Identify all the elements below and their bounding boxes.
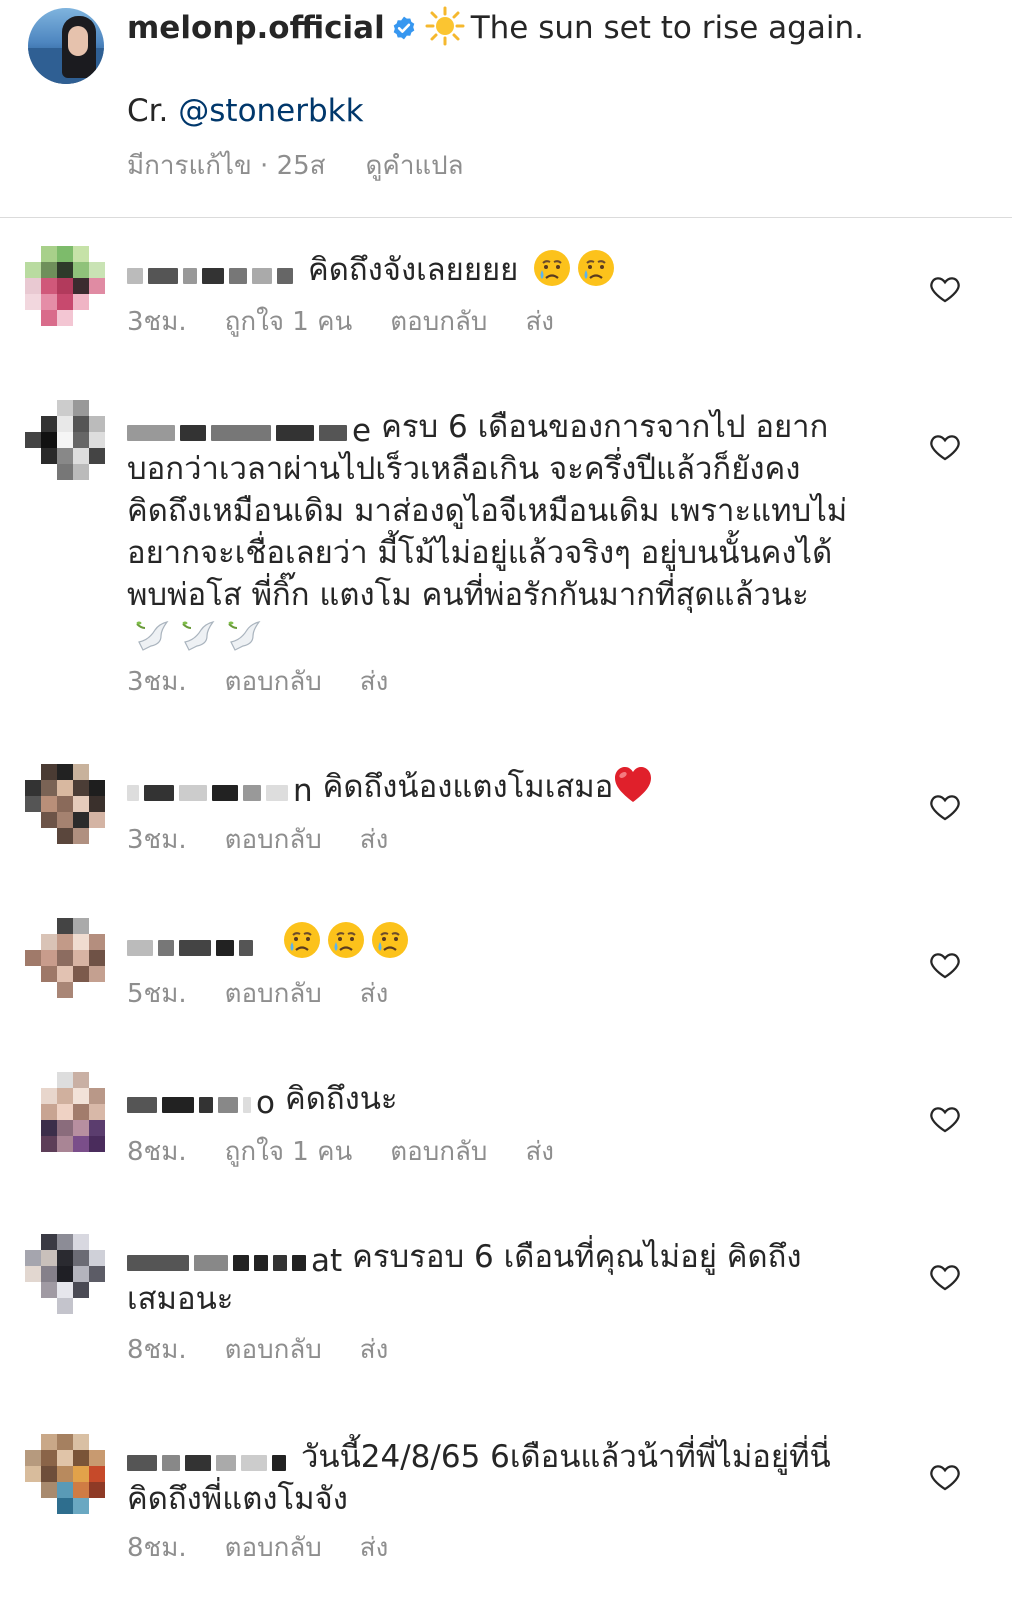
likes-count[interactable]: ถูกใจ 1 คน (225, 1137, 353, 1167)
author-username[interactable]: melonp.official (127, 10, 385, 46)
like-heart-icon[interactable] (928, 272, 962, 306)
send-button[interactable]: ส่ง (525, 1137, 554, 1167)
reply-button[interactable]: ตอบกลับ (225, 1533, 322, 1563)
comment-text: คิดถึงนะ (284, 1081, 398, 1117)
commenter-avatar[interactable] (25, 1072, 105, 1152)
edited-timestamp: มีการแก้ไข · 25ส (127, 151, 326, 181)
sun-emoji-icon (425, 6, 465, 46)
comment-body: at ครบรอบ 6 เดือนที่คุณไม่อยู่ คิดถึงเสมอ… (127, 1236, 857, 1320)
comment-time: 3ชม. (127, 307, 187, 337)
comment-meta: 8ชม. ถูกใจ 1 คน ตอบกลับ ส่ง (127, 1134, 592, 1170)
comment-time: 8ชม. (127, 1533, 187, 1563)
send-button[interactable]: ส่ง (525, 307, 554, 337)
send-button[interactable]: ส่ง (360, 979, 389, 1009)
comment-time: 3ชม. (127, 667, 187, 697)
comment-time: 8ชม. (127, 1335, 187, 1365)
crying-face-emoji-icon (534, 250, 571, 286)
send-button[interactable]: ส่ง (360, 825, 389, 855)
verified-badge-icon (393, 16, 414, 40)
reply-button[interactable]: ตอบกลับ (225, 825, 322, 855)
commenter-avatar[interactable] (25, 1434, 105, 1514)
dove-emoji-icon (182, 621, 215, 651)
reply-button[interactable]: ตอบกลับ (225, 979, 322, 1009)
reply-button[interactable]: ตอบกลับ (225, 667, 322, 697)
send-button[interactable]: ส่ง (360, 1533, 389, 1563)
credit-prefix: Cr. (127, 93, 179, 129)
commenter-avatar[interactable] (25, 400, 105, 480)
send-button[interactable]: ส่ง (360, 667, 389, 697)
dove-emoji-icon (136, 621, 169, 651)
author-avatar[interactable] (28, 8, 104, 84)
crying-face-emoji-icon (283, 922, 320, 958)
comment-meta: 8ชม. ตอบกลับ ส่ง (127, 1530, 426, 1566)
commenter-handle[interactable]: n (127, 770, 313, 809)
like-heart-icon[interactable] (928, 790, 962, 824)
like-heart-icon[interactable] (928, 948, 962, 982)
commenter-handle[interactable]: o (127, 1082, 275, 1121)
commenter-handle[interactable]: at (127, 1240, 342, 1279)
send-button[interactable]: ส่ง (360, 1335, 389, 1365)
reply-button[interactable]: ตอบกลับ (225, 1335, 322, 1365)
comment-meta: 5ชม. ตอบกลับ ส่ง (127, 976, 426, 1012)
commenter-handle[interactable] (127, 1440, 291, 1471)
reply-button[interactable]: ตอบกลับ (390, 1137, 487, 1167)
commenter-avatar[interactable] (25, 918, 105, 998)
comment-time: 5ชม. (127, 979, 187, 1009)
comment-body (127, 920, 857, 963)
caption-credit: Cr. @stonerbkk (127, 90, 364, 132)
caption-text: The sun set to rise again. (470, 10, 864, 46)
crying-face-emoji-icon (327, 922, 364, 958)
comment-meta: 3ชม. ตอบกลับ ส่ง (127, 822, 426, 858)
comment-time: 3ชม. (127, 825, 187, 855)
commenter-handle[interactable] (127, 925, 258, 956)
commenter-handle[interactable]: e (127, 410, 371, 449)
comment-text: คิดถึงจังเลยยยย (308, 252, 519, 288)
comment-text: คิดถึงน้องแตงโมเสมอ (322, 769, 614, 805)
crying-face-emoji-icon (578, 250, 615, 286)
post-caption: melonp.official The sun set to rise again… (0, 0, 1012, 218)
comment-body: e ครบ 6 เดือนของการจากไป อยากบอกว่าเวลาผ่… (127, 406, 857, 659)
comment-meta: 3ชม. ตอบกลับ ส่ง (127, 664, 426, 700)
caption-meta: มีการแก้ไข · 25ส ดูคำแปล (127, 148, 464, 184)
comment-body: วันนี้24/8/65 6เดือนแล้วน้าที่พี่ไม่อยู่… (127, 1436, 857, 1520)
comment-body: n คิดถึงน้องแตงโมเสมอ (127, 766, 857, 809)
like-heart-icon[interactable] (928, 1102, 962, 1136)
mention-link[interactable]: @stonerbkk (178, 93, 363, 129)
comment-meta: 8ชม. ตอบกลับ ส่ง (127, 1332, 426, 1368)
red-heart-emoji-icon (615, 767, 652, 802)
crying-face-emoji-icon (371, 922, 408, 958)
commenter-avatar[interactable] (25, 1234, 105, 1314)
comment-body: คิดถึงจังเลยยยย (127, 248, 857, 291)
commenter-handle[interactable] (127, 253, 298, 284)
reply-button[interactable]: ตอบกลับ (390, 307, 487, 337)
caption-line: melonp.official The sun set to rise again… (127, 6, 864, 49)
see-translation-link[interactable]: ดูคำแปล (366, 151, 464, 181)
like-heart-icon[interactable] (928, 1460, 962, 1494)
commenter-avatar[interactable] (25, 764, 105, 844)
dove-emoji-icon (228, 621, 261, 651)
likes-count[interactable]: ถูกใจ 1 คน (225, 307, 353, 337)
comment-meta: 3ชม. ถูกใจ 1 คน ตอบกลับ ส่ง (127, 304, 592, 340)
comment-time: 8ชม. (127, 1137, 187, 1167)
like-heart-icon[interactable] (928, 430, 962, 464)
commenter-avatar[interactable] (25, 246, 105, 326)
comment-body: o คิดถึงนะ (127, 1078, 857, 1121)
like-heart-icon[interactable] (928, 1260, 962, 1294)
